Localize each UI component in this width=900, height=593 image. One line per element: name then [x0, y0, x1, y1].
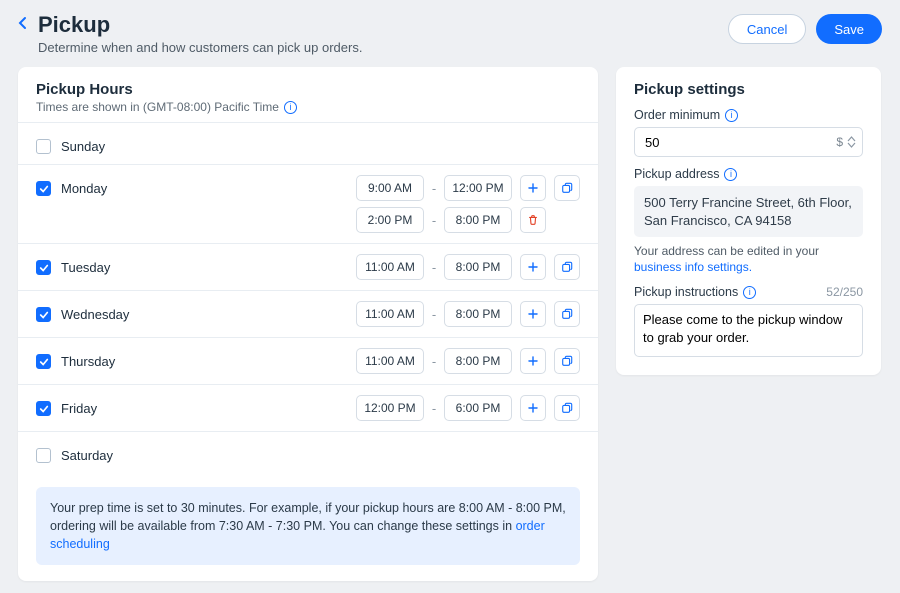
day-row: Friday -	[18, 384, 598, 431]
start-time-input[interactable]	[356, 175, 424, 201]
time-slot: -	[186, 254, 580, 280]
char-counter: 52/250	[826, 285, 863, 299]
cancel-button[interactable]: Cancel	[728, 14, 806, 44]
pickup-hours-title: Pickup Hours	[36, 81, 580, 98]
pickup-instructions-input[interactable]	[643, 311, 854, 347]
end-time-input[interactable]	[444, 348, 512, 374]
time-slot: -	[186, 207, 580, 233]
add-slot-button[interactable]	[520, 395, 546, 421]
address-hint-text: Your address can be edited in your	[634, 244, 819, 258]
back-button[interactable]	[18, 12, 28, 40]
time-slot: -	[186, 395, 580, 421]
order-minimum-label: Order minimum	[634, 108, 720, 122]
copy-hours-button[interactable]	[554, 348, 580, 374]
day-name: Wednesday	[61, 307, 129, 322]
day-name: Tuesday	[61, 260, 110, 275]
info-icon[interactable]: i	[725, 109, 738, 122]
end-time-input[interactable]	[444, 301, 512, 327]
day-row: Monday - -	[18, 164, 598, 243]
prep-time-notice: Your prep time is set to 30 minutes. For…	[36, 487, 580, 565]
copy-hours-button[interactable]	[554, 395, 580, 421]
save-button[interactable]: Save	[816, 14, 882, 44]
end-time-input[interactable]	[444, 207, 512, 233]
start-time-input[interactable]	[356, 348, 424, 374]
page-title: Pickup	[38, 12, 362, 38]
add-slot-button[interactable]	[520, 348, 546, 374]
pickup-instructions-label: Pickup instructions	[634, 285, 738, 299]
end-time-input[interactable]	[444, 395, 512, 421]
info-icon[interactable]: i	[743, 286, 756, 299]
time-separator: -	[424, 307, 444, 322]
time-separator: -	[424, 260, 444, 275]
info-icon[interactable]: i	[724, 168, 737, 181]
end-time-input[interactable]	[444, 175, 512, 201]
day-checkbox[interactable]	[36, 307, 51, 322]
day-row: Thursday -	[18, 337, 598, 384]
start-time-input[interactable]	[356, 207, 424, 233]
time-separator: -	[424, 181, 444, 196]
day-name: Saturday	[61, 448, 113, 463]
time-separator: -	[424, 401, 444, 416]
copy-hours-button[interactable]	[554, 175, 580, 201]
pickup-address-label: Pickup address	[634, 167, 719, 181]
day-name: Friday	[61, 401, 97, 416]
business-info-link[interactable]: business info settings.	[634, 260, 752, 274]
add-slot-button[interactable]	[520, 254, 546, 280]
end-time-input[interactable]	[444, 254, 512, 280]
order-minimum-input[interactable]	[645, 135, 836, 150]
copy-hours-button[interactable]	[554, 301, 580, 327]
day-checkbox[interactable]	[36, 401, 51, 416]
day-name: Monday	[61, 181, 107, 196]
time-slot: -	[186, 348, 580, 374]
time-separator: -	[424, 354, 444, 369]
pickup-settings-card: Pickup settings Order minimum i $	[616, 67, 881, 375]
time-separator: -	[424, 213, 444, 228]
pickup-hours-card: Pickup Hours Times are shown in (GMT-08:…	[18, 67, 598, 581]
info-icon[interactable]: i	[284, 101, 297, 114]
day-row: Sunday	[18, 122, 598, 164]
page-subtitle: Determine when and how customers can pic…	[38, 40, 362, 55]
day-name: Thursday	[61, 354, 115, 369]
day-checkbox[interactable]	[36, 448, 51, 463]
pickup-settings-title: Pickup settings	[634, 81, 863, 98]
day-name: Sunday	[61, 139, 105, 154]
day-checkbox[interactable]	[36, 139, 51, 154]
day-row: Tuesday -	[18, 243, 598, 290]
notice-text: Your prep time is set to 30 minutes. For…	[50, 501, 566, 533]
time-slot: -	[186, 301, 580, 327]
time-slot: -	[186, 175, 580, 201]
timezone-note: Times are shown in (GMT-08:00) Pacific T…	[36, 100, 279, 114]
copy-hours-button[interactable]	[554, 254, 580, 280]
currency-unit: $	[836, 135, 843, 149]
day-checkbox[interactable]	[36, 181, 51, 196]
add-slot-button[interactable]	[520, 175, 546, 201]
start-time-input[interactable]	[356, 254, 424, 280]
number-stepper[interactable]	[847, 136, 856, 148]
day-checkbox[interactable]	[36, 354, 51, 369]
start-time-input[interactable]	[356, 395, 424, 421]
start-time-input[interactable]	[356, 301, 424, 327]
add-slot-button[interactable]	[520, 301, 546, 327]
delete-slot-button[interactable]	[520, 207, 546, 233]
pickup-address-value: 500 Terry Francine Street, 6th Floor, Sa…	[634, 186, 863, 237]
day-row: Wednesday -	[18, 290, 598, 337]
day-row: Saturday	[18, 431, 598, 473]
day-checkbox[interactable]	[36, 260, 51, 275]
